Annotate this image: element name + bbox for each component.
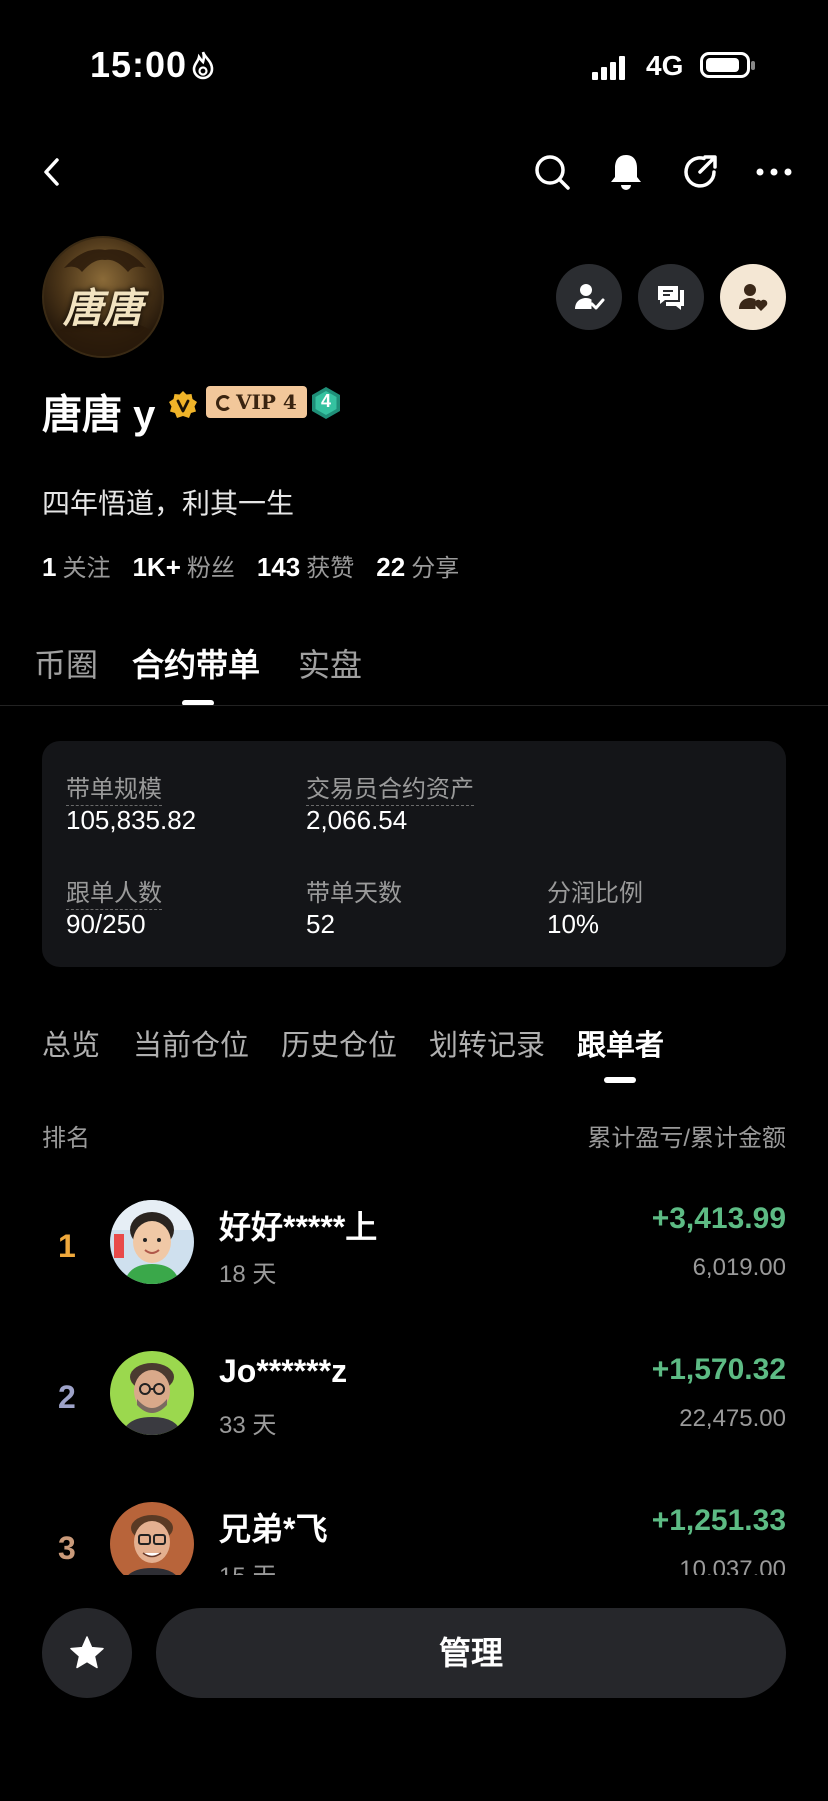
assets-label[interactable]: 交易员合约资产 bbox=[306, 769, 474, 806]
tab-copy-trading[interactable]: 合约带单 bbox=[132, 640, 260, 686]
tab-transfer-records[interactable]: 划转记录 bbox=[429, 1022, 545, 1064]
profile-name: 唐唐 y bbox=[42, 393, 156, 437]
follower-amount: 22,475.00 bbox=[679, 1405, 786, 1432]
likes-count: 143 bbox=[256, 552, 301, 582]
message-button[interactable] bbox=[638, 264, 704, 330]
follower-row[interactable]: 1 好好*****上 18 天 +3,413.99 6,019.00 bbox=[0, 1200, 828, 1340]
follower-days: 18 天 bbox=[219, 1261, 277, 1288]
tab-followers[interactable]: 跟单者 bbox=[577, 1022, 664, 1064]
avatar bbox=[110, 1200, 194, 1284]
pnl-column-header: 累计盈亏/累计金额 bbox=[587, 1125, 786, 1152]
days-value: 52 bbox=[306, 909, 335, 939]
follower-amount: 6,019.00 bbox=[692, 1254, 786, 1281]
favorite-button[interactable] bbox=[42, 1608, 132, 1698]
scale-label[interactable]: 带单规模 bbox=[66, 769, 162, 806]
verified-badge-icon bbox=[169, 391, 197, 418]
copy-trading-summary-card: 带单规模 105,835.82 交易员合约资产 2,066.54 跟单人数 90… bbox=[42, 741, 786, 967]
status-time: 15:00 bbox=[90, 44, 188, 85]
scale-value: 105,835.82 bbox=[66, 805, 197, 835]
tab-overview[interactable]: 总览 bbox=[42, 1022, 100, 1064]
user-heart-icon bbox=[739, 284, 768, 311]
flame-icon bbox=[192, 51, 214, 80]
rank-column-header: 排名 bbox=[42, 1125, 90, 1152]
vip-logo-icon bbox=[216, 395, 232, 411]
battery-icon bbox=[700, 52, 755, 78]
star-icon bbox=[70, 1636, 104, 1669]
level-badge: 4 bbox=[310, 386, 342, 420]
more-icon[interactable] bbox=[752, 150, 796, 194]
likes-label: 获赞 bbox=[306, 555, 355, 582]
assets-value: 2,066.54 bbox=[306, 805, 408, 835]
chat-icon bbox=[658, 286, 684, 310]
follower-pnl: +3,413.99 bbox=[651, 1202, 786, 1235]
vip-badge: VIP 4 bbox=[206, 386, 307, 418]
following-label[interactable]: 关注 bbox=[62, 555, 110, 582]
followers-label[interactable]: 跟单人数 bbox=[66, 873, 162, 910]
fans-label[interactable]: 粉丝 bbox=[187, 555, 235, 582]
level-number: 4 bbox=[320, 391, 331, 411]
fans-count[interactable]: 1K+ bbox=[132, 552, 180, 582]
profile-avatar[interactable]: 唐唐 bbox=[42, 236, 164, 358]
follower-name: Jo******z bbox=[219, 1353, 348, 1389]
rank-number: 1 bbox=[58, 1228, 76, 1264]
profit-share-label: 分润比例 bbox=[547, 880, 643, 907]
profit-share-value: 10% bbox=[547, 909, 600, 939]
tab-history-positions[interactable]: 历史仓位 bbox=[281, 1022, 397, 1064]
follow-manage-button[interactable] bbox=[556, 264, 622, 330]
shares-label: 分享 bbox=[411, 555, 460, 582]
followers-value: 90/250 bbox=[66, 909, 146, 939]
rank-number: 2 bbox=[58, 1379, 76, 1415]
signal-icon bbox=[592, 56, 628, 80]
follower-pnl: +1,251.33 bbox=[651, 1504, 786, 1537]
rank-number: 3 bbox=[58, 1530, 76, 1566]
sub-tab-active-indicator bbox=[604, 1077, 636, 1083]
follower-pnl: +1,570.32 bbox=[651, 1353, 786, 1386]
follower-days: 33 天 bbox=[219, 1412, 277, 1439]
shares-count: 22 bbox=[376, 552, 406, 582]
manage-button[interactable]: 管理 bbox=[156, 1608, 786, 1698]
user-check-icon bbox=[575, 284, 605, 310]
avatar bbox=[110, 1351, 194, 1435]
share-icon[interactable] bbox=[678, 150, 722, 194]
profile-bio: 四年悟道，利其一生 bbox=[42, 488, 295, 519]
follower-name: 兄弟*飞 bbox=[219, 1511, 328, 1547]
tab-live-account[interactable]: 实盘 bbox=[298, 640, 362, 686]
bell-icon[interactable] bbox=[604, 150, 648, 194]
avatar-text: 唐唐 bbox=[63, 285, 143, 332]
avatar bbox=[110, 1502, 194, 1586]
follower-name: 好好*****上 bbox=[219, 1209, 378, 1245]
network-type: 4G bbox=[646, 50, 684, 81]
follower-row[interactable]: 2 Jo******z 33 天 +1,570.32 22,475.00 bbox=[0, 1351, 828, 1491]
tab-current-positions[interactable]: 当前仓位 bbox=[133, 1022, 249, 1064]
tabs-divider bbox=[0, 705, 828, 706]
chevron-left-icon[interactable] bbox=[30, 150, 74, 194]
copy-trade-button[interactable] bbox=[720, 264, 786, 330]
tab-coin-circle[interactable]: 币圈 bbox=[34, 640, 98, 686]
vip-label: VIP 4 bbox=[236, 390, 297, 414]
following-count[interactable]: 1 bbox=[42, 552, 56, 582]
search-icon[interactable] bbox=[530, 150, 574, 194]
profile-stats: 1 关注 1K+ 粉丝 143 获赞 22 分享 bbox=[42, 548, 481, 583]
days-label: 带单天数 bbox=[306, 880, 402, 907]
